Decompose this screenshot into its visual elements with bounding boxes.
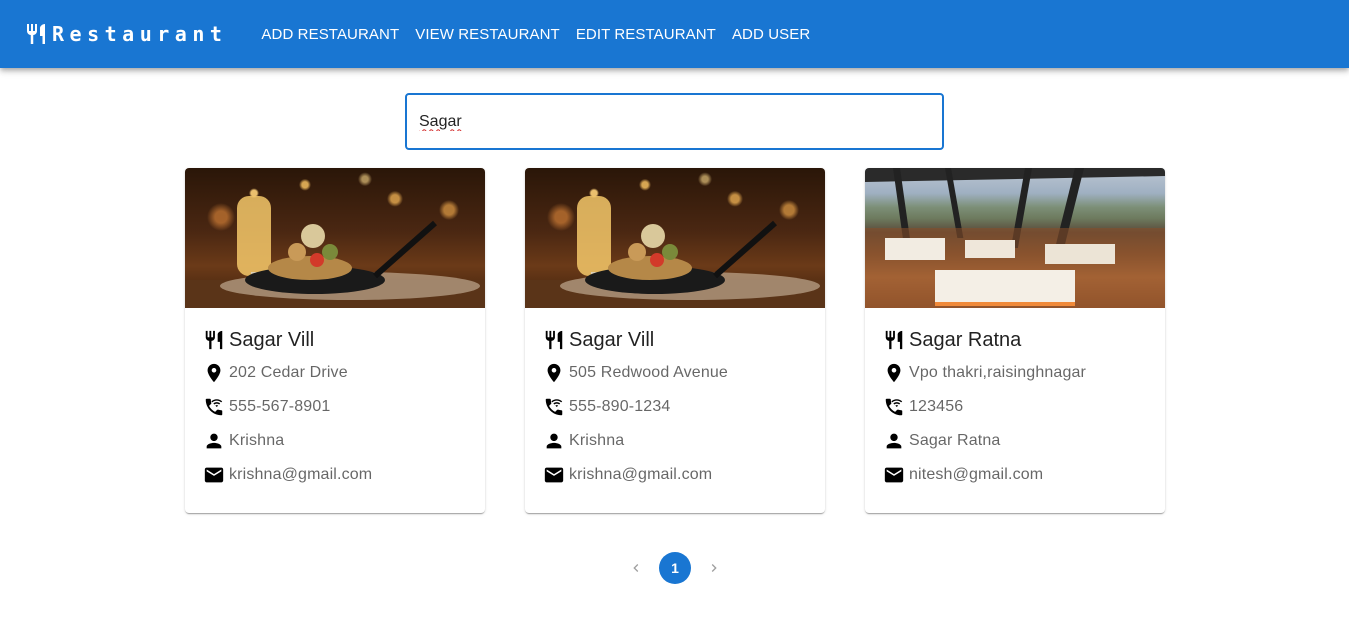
wifi-calling-icon [885, 398, 903, 416]
restaurant-image [185, 168, 485, 308]
restaurant-owner: Krishna [229, 432, 285, 449]
restaurant-icon [545, 330, 563, 350]
restaurant-phone: 555-890-1234 [569, 398, 671, 415]
restaurant-name: Sagar Vill [569, 328, 655, 351]
search-field[interactable] [405, 93, 944, 150]
restaurant-card[interactable]: Sagar Vill 505 Redwood Avenue 555-890-12… [525, 168, 825, 513]
restaurant-name: Sagar Ratna [909, 328, 1022, 351]
chevron-left-icon [633, 564, 639, 572]
restaurant-name: Sagar Vill [229, 328, 315, 351]
restaurant-address: 505 Redwood Avenue [569, 364, 728, 381]
nav-add-user[interactable]: ADD USER [724, 20, 818, 49]
pagination: 1 [620, 552, 730, 584]
restaurant-icon [27, 24, 45, 44]
restaurant-address: 202 Cedar Drive [229, 364, 348, 381]
person-icon [886, 433, 902, 449]
chevron-right-icon [711, 564, 717, 572]
next-page-button[interactable] [698, 552, 730, 584]
restaurant-image [525, 168, 825, 308]
email-icon [884, 467, 904, 483]
wifi-calling-icon [545, 398, 563, 416]
brand-name: Restaurant [52, 22, 228, 46]
restaurant-phone: 123456 [909, 398, 964, 415]
app-bar: Restaurant ADD RESTAURANT VIEW RESTAURAN… [0, 0, 1349, 68]
food-dish-illustration [525, 196, 825, 308]
previous-page-button[interactable] [620, 552, 652, 584]
restaurant-owner: Sagar Ratna [909, 432, 1001, 449]
email-icon [204, 467, 224, 483]
restaurant-email: krishna@gmail.com [569, 466, 713, 483]
nav-add-restaurant[interactable]: ADD RESTAURANT [253, 20, 407, 49]
restaurant-card[interactable]: Sagar Vill 202 Cedar Drive 555-567-8901 … [185, 168, 485, 513]
food-dish-illustration [185, 196, 485, 308]
location-pin-icon [547, 363, 561, 383]
restaurant-image [865, 168, 1165, 308]
nav-view-restaurant[interactable]: VIEW RESTAURANT [407, 20, 568, 49]
location-pin-icon [207, 363, 221, 383]
email-icon [544, 467, 564, 483]
restaurant-address: Vpo thakri,raisinghnagar [909, 364, 1087, 381]
brand[interactable]: Restaurant [24, 22, 227, 46]
page-1-button[interactable]: 1 [659, 552, 691, 584]
person-icon [546, 433, 562, 449]
restaurant-email: nitesh@gmail.com [909, 466, 1044, 483]
restaurant-email: krishna@gmail.com [229, 466, 373, 483]
location-pin-icon [887, 363, 901, 383]
restaurant-icon [885, 330, 903, 350]
nav-edit-restaurant[interactable]: EDIT RESTAURANT [568, 20, 724, 49]
restaurant-interior-illustration [865, 168, 1165, 308]
wifi-calling-icon [205, 398, 223, 416]
restaurant-card[interactable]: Sagar Ratna Vpo thakri,raisinghnagar 123… [865, 168, 1165, 513]
restaurant-icon [205, 330, 223, 350]
person-icon [206, 433, 222, 449]
search-input[interactable] [419, 112, 930, 131]
restaurant-phone: 555-567-8901 [229, 398, 331, 415]
restaurant-owner: Krishna [569, 432, 625, 449]
